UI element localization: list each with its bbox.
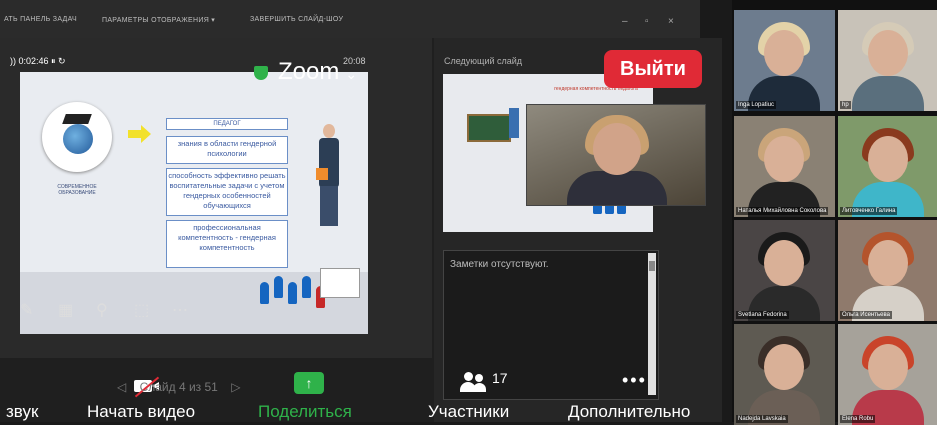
meeting-controls: звук Начать видео Поделиться 17 Участник… (0, 368, 722, 422)
participant-tile[interactable]: Svetlana Fedorina (734, 220, 835, 321)
arrow-right-icon (128, 130, 142, 138)
audio-button-label[interactable]: звук (6, 402, 38, 422)
participant-name: Inga Lopatiuc (736, 101, 777, 109)
slide-counter: Слайд 4 из 51 (139, 380, 218, 394)
notes-text: Заметки отсутствуют. (450, 259, 549, 270)
chevron-down-icon: ⌄ (345, 66, 358, 82)
participant-face (868, 240, 908, 286)
box-knowledge: знания в области гендерной психологии (166, 136, 288, 164)
all-slides-icon[interactable]: ▦ (58, 300, 73, 320)
participant-tile[interactable]: Наталья Михайловна Соколова (734, 116, 835, 217)
participant-name: Литовченко Галина (840, 207, 898, 215)
share-button-label[interactable]: Поделиться (258, 402, 352, 422)
slide-navigation: ◁ Слайд 4 из 51 ▷ (117, 380, 240, 394)
participant-tile[interactable]: Inga Lopatiuc (734, 10, 835, 111)
ribbon-display-settings-button[interactable]: ПАРАМЕТРЫ ОТОБРАЖЕНИЯ ▾ (102, 16, 215, 24)
participant-face (868, 344, 908, 390)
leave-meeting-button[interactable]: Выйти (604, 50, 702, 88)
more-icon[interactable]: ••• (622, 370, 647, 391)
participants-button-label[interactable]: Участники (428, 402, 509, 422)
close-icon[interactable]: × (668, 16, 674, 27)
globe-image (42, 102, 112, 172)
zoom-magnifier-icon[interactable]: ⚲ (96, 300, 108, 320)
participants-count: 17 (492, 370, 508, 386)
box-ability: способность эффективно решать воспитател… (166, 168, 288, 216)
participant-tile[interactable]: hp (838, 10, 937, 111)
teacher-header: ПЕДАГОГ (166, 118, 288, 130)
minimize-icon[interactable]: – (622, 16, 628, 27)
current-slide: СОВРЕМЕННОЕ ОБРАЗОВАНИЕ ПЕДАГОГ знания в… (20, 72, 368, 334)
whiteboard-image (320, 268, 360, 298)
participant-face (764, 240, 804, 286)
participant-tile[interactable]: Ольга Исентьева (838, 220, 937, 321)
notes-scroll-thumb[interactable] (649, 261, 655, 271)
zoom-security-badge[interactable]: Zoom ⌄ (254, 58, 357, 86)
presenter-ribbon: АТЬ ПАНЕЛЬ ЗАДАЧ ПАРАМЕТРЫ ОТОБРАЖЕНИЯ ▾… (0, 0, 700, 38)
ribbon-taskbar-button[interactable]: АТЬ ПАНЕЛЬ ЗАДАЧ (4, 16, 77, 23)
participant-tile[interactable]: Nadejda Lavskaia (734, 324, 835, 425)
participant-tile[interactable]: Литовченко Галина (838, 116, 937, 217)
slideshow-timer: )) 0:02:46 ⏸ ↻ (10, 56, 66, 66)
start-video-button-label[interactable]: Начать видео (87, 402, 195, 422)
pointer-icon[interactable]: ⬚ (134, 300, 149, 320)
graduation-cap-icon (62, 114, 92, 124)
participant-face (764, 344, 804, 390)
chalkboard-image (467, 114, 511, 142)
books-image (509, 108, 519, 138)
participant-tile[interactable]: Elena Robu (838, 324, 937, 425)
participant-face (764, 30, 804, 76)
participant-gallery: Inga Lopatiuc hp Наталья Михайловна Соколо… (732, 0, 937, 425)
shield-check-icon (254, 65, 268, 80)
participant-face (868, 136, 908, 182)
pen-icon[interactable]: ✎ (20, 300, 33, 320)
zoom-label: Zoom (278, 58, 340, 85)
ribbon-end-slideshow-button[interactable]: ЗАВЕРШИТЬ СЛАЙД-ШОУ (250, 16, 343, 23)
participant-face (764, 136, 804, 182)
participant-name: Наталья Михайловна Соколова (736, 207, 829, 215)
maximize-icon[interactable]: ▫ (645, 16, 649, 27)
more-button-label[interactable]: Дополнительно (568, 402, 690, 422)
next-slide-label: Следующий слайд (444, 56, 523, 66)
share-screen-icon[interactable]: ↑ (294, 372, 324, 394)
next-slide-pane: Следующий слайд гендерная компетентность… (434, 38, 722, 422)
participants-icon[interactable] (460, 372, 488, 394)
prev-slide-icon[interactable]: ◁ (117, 380, 126, 394)
more-options-icon[interactable]: ⋯ (172, 300, 188, 320)
participant-name: Ольга Исентьева (840, 311, 892, 319)
speaker-video[interactable] (526, 104, 706, 206)
box-competence: профессиональная компетентность - гендер… (166, 220, 288, 268)
globe-icon (63, 124, 93, 154)
participant-face (868, 30, 908, 76)
participant-name: Svetlana Fedorina (736, 311, 789, 319)
next-slide-icon[interactable]: ▷ (231, 380, 240, 394)
participant-name: hp (840, 101, 851, 109)
globe-caption: СОВРЕМЕННОЕ ОБРАЗОВАНИЕ (57, 184, 97, 196)
arrowhead-icon (141, 125, 151, 143)
teacher-figure (316, 124, 342, 244)
